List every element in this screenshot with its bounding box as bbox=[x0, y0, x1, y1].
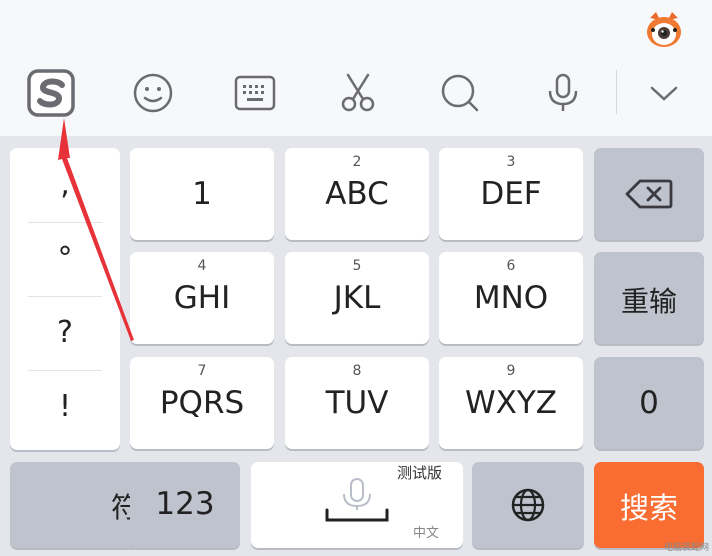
mascot-icon[interactable] bbox=[644, 12, 684, 48]
key-4[interactable]: 4 GHI bbox=[130, 252, 274, 344]
key-label: 1 bbox=[192, 176, 212, 212]
key-number: 4 bbox=[197, 258, 207, 274]
key-label: GHI bbox=[173, 280, 231, 316]
key-number: 2 bbox=[352, 154, 362, 170]
key-label: JKL bbox=[333, 280, 381, 316]
punct-comma[interactable]: , bbox=[10, 148, 120, 222]
key-3[interactable]: 3 DEF bbox=[439, 148, 583, 240]
key-label: WXYZ bbox=[464, 385, 558, 421]
key-7[interactable]: 7 PQRS bbox=[130, 357, 274, 449]
emoji-icon[interactable] bbox=[127, 68, 179, 118]
sogou-logo-icon[interactable] bbox=[26, 68, 78, 118]
key-label: DEF bbox=[480, 176, 542, 212]
space-key[interactable]: 测试版 中文 bbox=[251, 462, 463, 548]
search-key[interactable]: 搜索 bbox=[594, 462, 704, 548]
punct-exclamation[interactable]: ! bbox=[10, 370, 120, 444]
key-8[interactable]: 8 TUV bbox=[285, 357, 429, 449]
backspace-key[interactable] bbox=[594, 148, 704, 240]
key-number: 8 bbox=[352, 363, 362, 379]
key-label: ABC bbox=[325, 176, 389, 212]
punctuation-list[interactable]: , ° ? ! bbox=[10, 148, 120, 450]
toolbar bbox=[0, 50, 712, 136]
beta-badge: 测试版 bbox=[397, 464, 443, 482]
key-9[interactable]: 9 WXYZ bbox=[439, 357, 583, 449]
key-5[interactable]: 5 JKL bbox=[285, 252, 429, 344]
punct-question[interactable]: ? bbox=[10, 296, 120, 370]
key-1[interactable]: 1 bbox=[130, 148, 274, 240]
key-number: 5 bbox=[352, 258, 362, 274]
retype-key[interactable]: 重输 bbox=[594, 252, 704, 344]
key-label: PQRS bbox=[159, 385, 245, 421]
key-label: 0 bbox=[639, 385, 659, 421]
language-switch-key[interactable] bbox=[472, 462, 584, 548]
voice-input-icon bbox=[325, 478, 389, 522]
chevron-down-icon[interactable] bbox=[638, 68, 690, 118]
key-label: 123 bbox=[155, 486, 215, 522]
key-number: 7 bbox=[197, 363, 207, 379]
search-icon[interactable] bbox=[434, 68, 486, 118]
key-6[interactable]: 6 MNO bbox=[439, 252, 583, 344]
key-label: 搜索 bbox=[619, 491, 678, 525]
globe-icon bbox=[511, 488, 545, 522]
key-label: MNO bbox=[473, 280, 549, 316]
key-0[interactable]: 0 bbox=[594, 357, 704, 449]
keyboard-icon[interactable] bbox=[229, 68, 281, 118]
backspace-icon bbox=[625, 179, 673, 209]
key-number: 9 bbox=[506, 363, 516, 379]
key-number: 6 bbox=[506, 258, 516, 274]
toolbar-divider bbox=[616, 70, 617, 114]
punct-period[interactable]: ° bbox=[10, 222, 120, 296]
language-label: 中文 bbox=[413, 526, 440, 541]
scissors-icon[interactable] bbox=[332, 68, 384, 118]
key-number: 3 bbox=[506, 154, 516, 170]
numbers-key[interactable]: 123 bbox=[130, 462, 240, 548]
microphone-icon[interactable] bbox=[537, 68, 589, 118]
key-label: TUV bbox=[325, 385, 389, 421]
top-strip bbox=[0, 0, 712, 50]
watermark: 电脑装配网 bbox=[664, 543, 710, 553]
key-label: 重输 bbox=[620, 285, 677, 318]
key-2[interactable]: 2 ABC bbox=[285, 148, 429, 240]
